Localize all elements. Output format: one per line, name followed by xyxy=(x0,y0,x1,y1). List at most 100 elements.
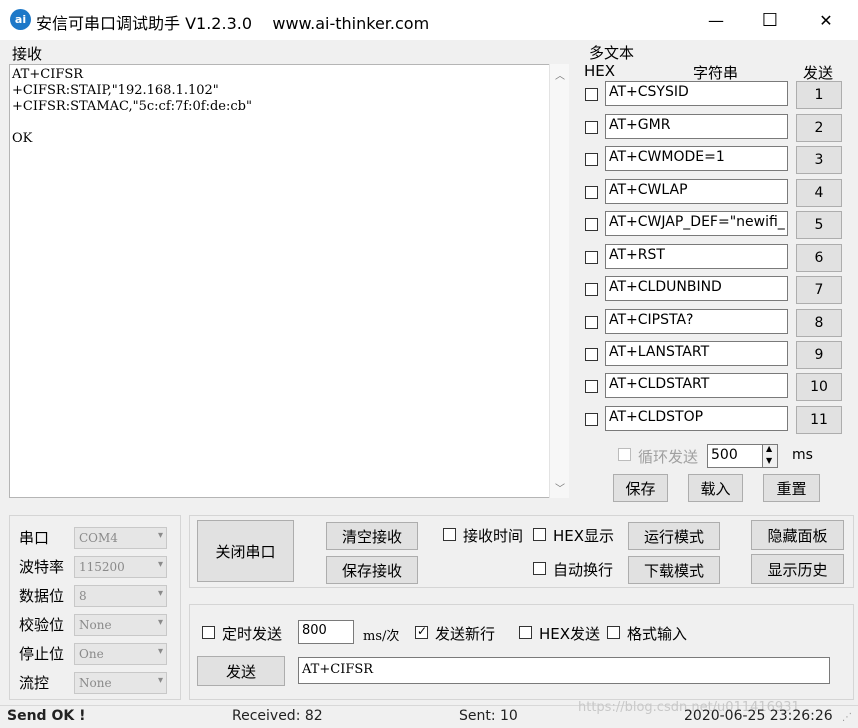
multi-text-input[interactable]: AT+CWJAP_DEF="newifi_ xyxy=(605,211,788,236)
run-mode-button[interactable]: 运行模式 xyxy=(628,522,720,550)
baud-rate-value: 115200 xyxy=(79,560,125,574)
spin-up-icon[interactable]: ▲ xyxy=(766,444,772,453)
app-logo-icon: ai xyxy=(10,9,31,30)
multi-hex-checkbox[interactable] xyxy=(585,316,598,329)
multi-text-input[interactable]: AT+CLDSTOP xyxy=(605,406,788,431)
multi-hex-checkbox[interactable] xyxy=(585,283,598,296)
resize-grip-icon[interactable]: ⋰ xyxy=(842,712,852,723)
multi-send-button[interactable]: 9 xyxy=(796,341,842,369)
timed-send-label: 定时发送 xyxy=(222,625,283,643)
multi-text-input[interactable]: AT+CIPSTA? xyxy=(605,309,788,334)
hex-display-label: HEX显示 xyxy=(553,527,615,545)
timed-interval-input[interactable]: 800 xyxy=(298,620,354,644)
multi-text-input[interactable]: AT+CLDSTART xyxy=(605,373,788,398)
port-label: 串口 xyxy=(19,529,50,547)
stop-bits-value: One xyxy=(79,647,104,661)
hide-panel-button[interactable]: 隐藏面板 xyxy=(751,520,844,550)
sent-count: Sent: 10 xyxy=(459,708,518,724)
spin-down-icon[interactable]: ▼ xyxy=(766,456,772,465)
port-value: COM4 xyxy=(79,531,118,545)
multi-send-button[interactable]: 6 xyxy=(796,244,842,272)
reset-multi-button[interactable]: 重置 xyxy=(763,474,820,502)
stop-bits-select[interactable]: One ▾ xyxy=(74,643,167,665)
window-title: 安信可串口调试助手 V1.2.3.0 www.ai-thinker.com xyxy=(36,14,430,33)
receive-label: 接收 xyxy=(12,45,43,63)
load-multi-button[interactable]: 载入 xyxy=(688,474,743,502)
hex-send-checkbox[interactable] xyxy=(519,626,532,639)
maximize-button[interactable]: ☐ xyxy=(742,0,798,40)
save-receive-button[interactable]: 保存接收 xyxy=(326,556,418,584)
multi-text-input[interactable]: AT+CWLAP xyxy=(605,179,788,204)
close-button[interactable]: ✕ xyxy=(798,0,854,40)
timed-send-checkbox[interactable] xyxy=(202,626,215,639)
baud-rate-select[interactable]: 115200 ▾ xyxy=(74,556,167,578)
show-history-button[interactable]: 显示历史 xyxy=(751,554,844,584)
received-count: Received: 82 xyxy=(232,708,323,724)
send-newline-label: 发送新行 xyxy=(435,625,496,643)
multi-send-button[interactable]: 10 xyxy=(796,373,842,401)
port-select[interactable]: COM4 ▾ xyxy=(74,527,167,549)
loop-interval-spinner[interactable]: ▲ ▼ xyxy=(762,444,778,468)
data-bits-label: 数据位 xyxy=(19,587,65,605)
hex-send-label: HEX发送 xyxy=(539,625,601,643)
multi-text-input[interactable]: AT+LANSTART xyxy=(605,341,788,366)
multi-send-button[interactable]: 1 xyxy=(796,81,842,109)
clear-receive-button[interactable]: 清空接收 xyxy=(326,522,418,550)
multi-send-button[interactable]: 5 xyxy=(796,211,842,239)
multi-hex-checkbox[interactable] xyxy=(585,380,598,393)
send-newline-checkbox[interactable] xyxy=(415,624,428,639)
multi-hex-checkbox[interactable] xyxy=(585,413,598,426)
multi-hex-checkbox[interactable] xyxy=(585,153,598,166)
receive-time-checkbox[interactable] xyxy=(443,528,456,541)
multi-send-button[interactable]: 7 xyxy=(796,276,842,304)
format-input-checkbox[interactable] xyxy=(607,626,620,639)
send-group xyxy=(189,604,854,700)
hex-column-header: HEX xyxy=(584,62,616,80)
minimize-button[interactable]: — xyxy=(688,0,744,40)
chevron-down-icon: ▾ xyxy=(157,559,163,570)
stop-bits-label: 停止位 xyxy=(19,645,65,663)
multi-hex-checkbox[interactable] xyxy=(585,121,598,134)
multi-text-input[interactable]: AT+GMR xyxy=(605,114,788,139)
multi-send-button[interactable]: 11 xyxy=(796,406,842,434)
save-multi-button[interactable]: 保存 xyxy=(613,474,668,502)
hex-display-checkbox[interactable] xyxy=(533,528,546,541)
close-icon: ✕ xyxy=(819,10,833,30)
data-bits-select[interactable]: 8 ▾ xyxy=(74,585,167,607)
multi-text-input[interactable]: AT+CSYSID xyxy=(605,81,788,106)
flow-control-value: None xyxy=(79,676,112,690)
loop-send-checkbox[interactable] xyxy=(618,448,631,461)
loop-unit-label: ms xyxy=(792,447,813,463)
multi-text-input[interactable]: AT+CWMODE=1 xyxy=(605,146,788,171)
close-port-button[interactable]: 关闭串口 xyxy=(197,520,294,582)
send-button[interactable]: 发送 xyxy=(197,656,285,686)
download-mode-button[interactable]: 下载模式 xyxy=(628,556,720,584)
multi-send-button[interactable]: 3 xyxy=(796,146,842,174)
multi-text-input[interactable]: AT+RST xyxy=(605,244,788,269)
scroll-down-icon[interactable]: ﹀ xyxy=(555,480,565,495)
multi-hex-checkbox[interactable] xyxy=(585,218,598,231)
multi-send-button[interactable]: 8 xyxy=(796,309,842,337)
scroll-up-icon[interactable]: ︿ xyxy=(555,67,565,82)
string-column-header: 字符串 xyxy=(693,64,739,82)
parity-label: 校验位 xyxy=(19,616,65,634)
format-input-label: 格式输入 xyxy=(627,625,688,643)
loop-interval-input[interactable]: 500 xyxy=(707,444,763,468)
multi-send-button[interactable]: 2 xyxy=(796,114,842,142)
multi-hex-checkbox[interactable] xyxy=(585,348,598,361)
multi-text-input[interactable]: AT+CLDUNBIND xyxy=(605,276,788,301)
datetime: 2020-06-25 23:26:26 xyxy=(684,708,833,724)
multi-hex-checkbox[interactable] xyxy=(585,251,598,264)
send-column-header: 发送 xyxy=(803,64,834,82)
multi-send-button[interactable]: 4 xyxy=(796,179,842,207)
baud-rate-label: 波特率 xyxy=(19,558,65,576)
flow-control-select[interactable]: None ▾ xyxy=(74,672,167,694)
receive-scrollbar[interactable]: ︿ ﹀ xyxy=(549,64,569,498)
parity-select[interactable]: None ▾ xyxy=(74,614,167,636)
flow-control-label: 流控 xyxy=(19,674,50,692)
auto-wrap-label: 自动换行 xyxy=(553,561,614,579)
send-input[interactable]: AT+CIFSR xyxy=(298,657,830,684)
multi-hex-checkbox[interactable] xyxy=(585,88,598,101)
auto-wrap-checkbox[interactable] xyxy=(533,562,546,575)
multi-hex-checkbox[interactable] xyxy=(585,186,598,199)
